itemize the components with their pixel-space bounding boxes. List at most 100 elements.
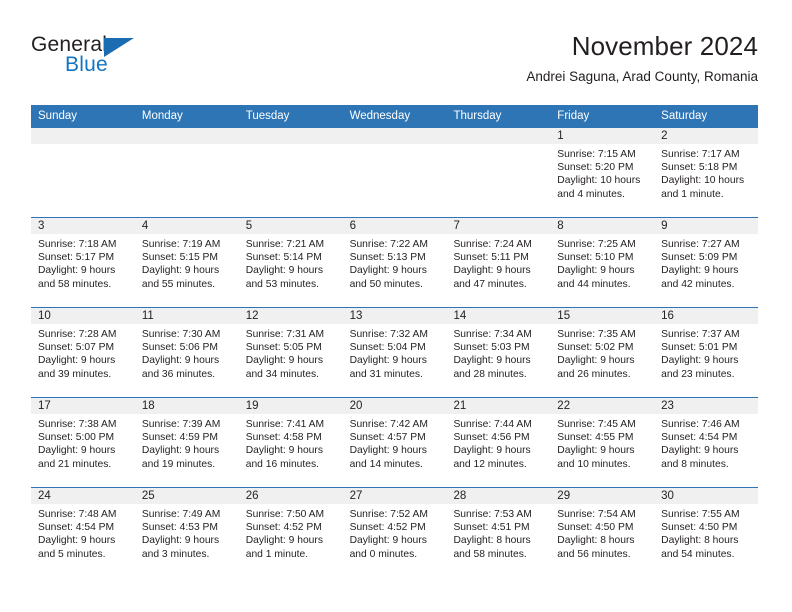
daylight-duration-line1: Daylight: 9 hours	[38, 535, 116, 547]
day-number: 9	[654, 218, 759, 234]
day-number: 18	[134, 398, 239, 414]
day-cell[interactable]: 3 Sunrise: 7:18 AM Sunset: 5:17 PM Daylight…	[31, 218, 135, 307]
sunrise-time: Sunrise: 7:35 AM	[557, 329, 636, 340]
sunset-time: Sunset: 5:13 PM	[349, 252, 426, 264]
day-cell[interactable]: 15 Sunrise: 7:35 AM Sunset: 5:02 PM Dayligh…	[550, 308, 655, 397]
day-number: 14	[446, 308, 551, 324]
day-cell[interactable]: 9 Sunrise: 7:27 AM Sunset: 5:09 PM Daylight…	[654, 218, 759, 307]
sunset-time: Sunset: 5:00 PM	[38, 432, 115, 444]
daylight-duration-line2: and 12 minutes.	[453, 458, 527, 470]
daylight-duration-line1: Daylight: 9 hours	[245, 265, 323, 277]
day-number: 25	[134, 488, 239, 504]
daylight-duration-line1: Daylight: 9 hours	[141, 535, 220, 547]
day-cell[interactable]: 16 Sunrise: 7:37 AM Sunset: 5:01 PM Dayligh…	[654, 308, 759, 397]
sunrise-time: Sunrise: 7:30 AM	[141, 329, 221, 340]
day-cell[interactable]: 6 Sunrise: 7:22 AM Sunset: 5:13 PM Daylight…	[342, 218, 447, 307]
daylight-duration-line2: and 5 minutes.	[38, 548, 106, 560]
sunset-time: Sunset: 5:15 PM	[141, 252, 218, 264]
calendar-page: General Blue November 2024 Andrei Saguna…	[0, 0, 792, 612]
sunset-time: Sunset: 4:53 PM	[141, 522, 218, 534]
day-cell[interactable]: 13 Sunrise: 7:32 AM Sunset: 5:04 PM Dayligh…	[342, 308, 447, 397]
brand-logo[interactable]: General Blue	[31, 33, 251, 85]
sunset-time: Sunset: 5:11 PM	[453, 252, 529, 264]
daylight-duration-line2: and 56 minutes.	[557, 548, 631, 560]
day-details: Sunrise: 7:55 AM Sunset: 4:50 PM Daylight:…	[654, 504, 758, 561]
daylight-duration-line2: and 10 minutes.	[557, 458, 631, 470]
day-number: 16	[654, 308, 759, 324]
sunrise-time: Sunrise: 7:53 AM	[453, 509, 532, 520]
day-cell[interactable]: 21 Sunrise: 7:44 AM Sunset: 4:56 PM Dayligh…	[446, 398, 551, 487]
day-cell[interactable]: 22 Sunrise: 7:45 AM Sunset: 4:55 PM Dayligh…	[550, 398, 655, 487]
day-cell[interactable]: 12 Sunrise: 7:31 AM Sunset: 5:05 PM Dayligh…	[238, 308, 343, 397]
day-cell[interactable]: 23 Sunrise: 7:46 AM Sunset: 4:54 PM Dayligh…	[654, 398, 759, 487]
day-cell[interactable]: 7 Sunrise: 7:24 AM Sunset: 5:11 PM Daylight…	[446, 218, 551, 307]
sunrise-time: Sunrise: 7:48 AM	[38, 509, 117, 520]
day-details: Sunrise: 7:35 AM Sunset: 5:02 PM Daylight:…	[550, 324, 654, 381]
day-number: 27	[342, 488, 447, 504]
day-cell[interactable]: 8 Sunrise: 7:25 AM Sunset: 5:10 PM Daylight…	[550, 218, 655, 307]
sunrise-time: Sunrise: 7:49 AM	[141, 509, 221, 520]
weekday-tuesday: Tuesday	[245, 110, 290, 122]
day-details	[239, 144, 343, 148]
day-number: 15	[550, 308, 655, 324]
day-cell[interactable]: 11 Sunrise: 7:30 AM Sunset: 5:06 PM Dayligh…	[134, 308, 239, 397]
sunrise-time: Sunrise: 7:21 AM	[245, 239, 325, 250]
daylight-duration-line2: and 39 minutes.	[38, 368, 112, 380]
day-number	[446, 128, 551, 144]
sunset-time: Sunset: 5:02 PM	[557, 342, 634, 354]
weekday-saturday: Saturday	[661, 110, 708, 122]
sunset-time: Sunset: 4:51 PM	[453, 522, 530, 534]
day-number: 30	[654, 488, 759, 504]
daylight-duration-line1: Daylight: 9 hours	[349, 445, 427, 457]
sunset-time: Sunset: 5:06 PM	[141, 342, 218, 354]
sunset-time: Sunset: 4:54 PM	[661, 432, 738, 444]
day-details: Sunrise: 7:44 AM Sunset: 4:56 PM Daylight:…	[446, 414, 550, 471]
day-details: Sunrise: 7:38 AM Sunset: 5:00 PM Daylight:…	[31, 414, 135, 471]
day-details: Sunrise: 7:25 AM Sunset: 5:10 PM Daylight:…	[550, 234, 654, 291]
day-cell[interactable]: 30 Sunrise: 7:55 AM Sunset: 4:50 PM Dayligh…	[654, 488, 759, 577]
day-cell[interactable]: 24 Sunrise: 7:48 AM Sunset: 4:54 PM Dayligh…	[31, 488, 135, 577]
day-cell[interactable]: 18 Sunrise: 7:39 AM Sunset: 4:59 PM Dayligh…	[134, 398, 239, 487]
day-cell[interactable]: 19 Sunrise: 7:41 AM Sunset: 4:58 PM Dayligh…	[238, 398, 343, 487]
daylight-duration-line1: Daylight: 8 hours	[453, 535, 531, 547]
day-number: 11	[134, 308, 239, 324]
day-number	[134, 128, 239, 144]
sunrise-time: Sunrise: 7:39 AM	[141, 419, 221, 430]
daylight-duration-line1: Daylight: 9 hours	[349, 535, 427, 547]
day-details: Sunrise: 7:22 AM Sunset: 5:13 PM Daylight:…	[343, 234, 447, 291]
day-details: Sunrise: 7:50 AM Sunset: 4:52 PM Daylight:…	[239, 504, 343, 561]
sunrise-time: Sunrise: 7:50 AM	[245, 509, 325, 520]
day-cell-empty	[238, 128, 343, 217]
daylight-duration-line2: and 42 minutes.	[661, 278, 735, 290]
day-number: 8	[550, 218, 655, 234]
day-details: Sunrise: 7:48 AM Sunset: 4:54 PM Daylight:…	[31, 504, 135, 561]
day-cell[interactable]: 25 Sunrise: 7:49 AM Sunset: 4:53 PM Dayligh…	[134, 488, 239, 577]
daylight-duration-line2: and 44 minutes.	[557, 278, 631, 290]
day-cell[interactable]: 28 Sunrise: 7:53 AM Sunset: 4:51 PM Dayligh…	[446, 488, 551, 577]
sunrise-time: Sunrise: 7:15 AM	[557, 149, 636, 160]
day-cell[interactable]: 4 Sunrise: 7:19 AM Sunset: 5:15 PM Daylight…	[134, 218, 239, 307]
day-cell[interactable]: 5 Sunrise: 7:21 AM Sunset: 5:14 PM Daylight…	[238, 218, 343, 307]
day-cell[interactable]: 14 Sunrise: 7:34 AM Sunset: 5:03 PM Dayligh…	[446, 308, 551, 397]
day-cell[interactable]: 20 Sunrise: 7:42 AM Sunset: 4:57 PM Dayligh…	[342, 398, 447, 487]
daylight-duration-line1: Daylight: 9 hours	[661, 265, 739, 277]
day-details: Sunrise: 7:17 AM Sunset: 5:18 PM Daylight:…	[654, 144, 758, 201]
day-cell[interactable]: 27 Sunrise: 7:52 AM Sunset: 4:52 PM Dayligh…	[342, 488, 447, 577]
day-cell[interactable]: 10 Sunrise: 7:28 AM Sunset: 5:07 PM Dayligh…	[31, 308, 135, 397]
location-subtitle: Andrei Saguna, Arad County, Romania	[526, 69, 758, 84]
week-row: 24 Sunrise: 7:48 AM Sunset: 4:54 PM Dayligh…	[31, 487, 759, 577]
day-number: 10	[31, 308, 135, 324]
sunrise-time: Sunrise: 7:34 AM	[453, 329, 532, 340]
day-cell[interactable]: 17 Sunrise: 7:38 AM Sunset: 5:00 PM Dayligh…	[31, 398, 135, 487]
day-cell[interactable]: 1 Sunrise: 7:15 AM Sunset: 5:20 PM Daylight…	[550, 128, 655, 217]
day-details: Sunrise: 7:30 AM Sunset: 5:06 PM Daylight:…	[135, 324, 239, 381]
sunrise-time: Sunrise: 7:44 AM	[453, 419, 532, 430]
day-cell[interactable]: 26 Sunrise: 7:50 AM Sunset: 4:52 PM Dayligh…	[238, 488, 343, 577]
daylight-duration-line2: and 0 minutes.	[349, 548, 418, 560]
brand-name-blue: Blue	[65, 53, 108, 76]
day-cell[interactable]: 29 Sunrise: 7:54 AM Sunset: 4:50 PM Dayligh…	[550, 488, 655, 577]
day-number: 3	[31, 218, 135, 234]
weekday-friday: Friday	[557, 110, 590, 122]
day-cell[interactable]: 2 Sunrise: 7:17 AM Sunset: 5:18 PM Daylight…	[654, 128, 759, 217]
sunset-time: Sunset: 5:17 PM	[38, 252, 115, 264]
